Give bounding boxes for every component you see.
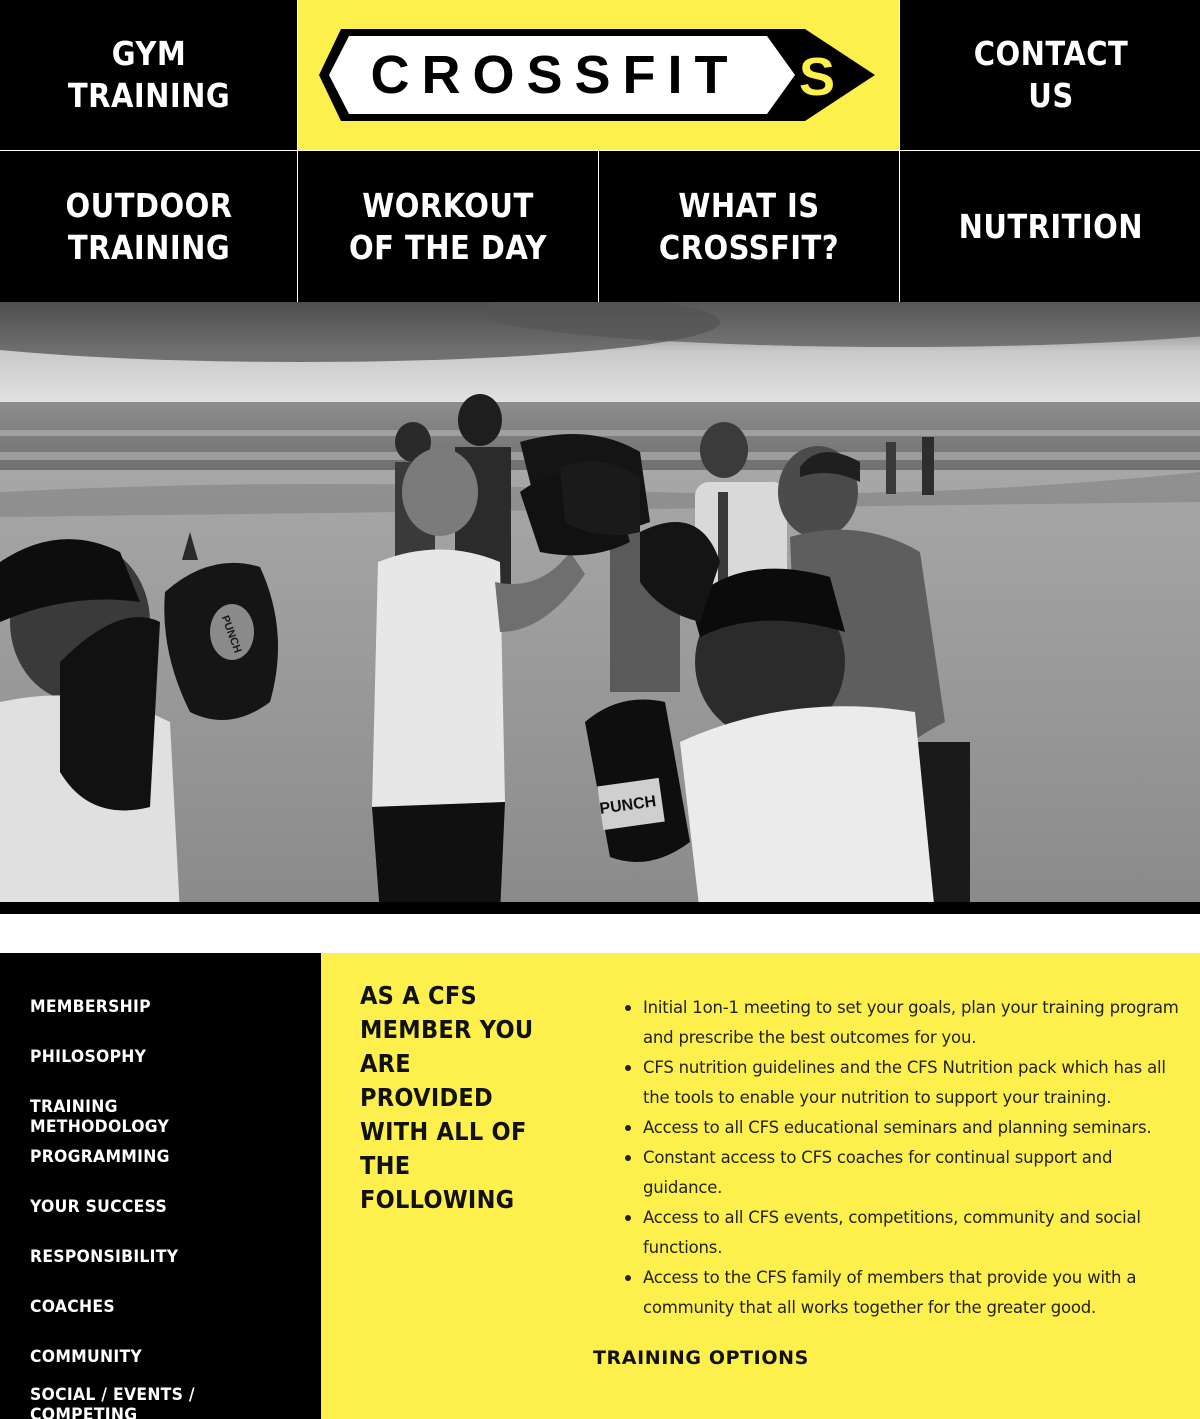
nav-what-is-crossfit-label: WHAT IS CROSSFIT? <box>658 185 840 267</box>
membership-heading: AS A CFS MEMBER YOU ARE PROVIDED WITH AL… <box>360 979 570 1217</box>
sidebar-item-label: COACHES <box>30 1297 115 1317</box>
logo-wordmark: CROSSFIT <box>370 45 739 105</box>
sidebar-item-label: PROGRAMMING <box>30 1147 170 1167</box>
sidebar-list: MEMBERSHIP PHILOSOPHY TRAINING METHODOLO… <box>0 953 321 1419</box>
nav-outdoor-training-label: OUTDOOR TRAINING <box>64 185 233 267</box>
sidebar-item-label: YOUR SUCCESS <box>30 1197 167 1217</box>
nav-outdoor-training[interactable]: OUTDOOR TRAINING <box>0 151 297 302</box>
crossfit-s-logo: CROSSFIT S <box>318 29 875 121</box>
section-divider-strip <box>0 914 1200 953</box>
nav-contact-us[interactable]: CONTACT US <box>900 0 1200 150</box>
top-nav: GYM TRAINING CROSSFIT S CONTACT US OUTDO… <box>0 0 1200 302</box>
logo-letter: S <box>798 47 834 107</box>
list-item: Initial 1on-1 meeting to set your goals,… <box>622 993 1182 1053</box>
membership-content: AS A CFS MEMBER YOU ARE PROVIDED WITH AL… <box>321 953 1200 1419</box>
sidebar-item-label: MEMBERSHIP <box>30 997 151 1017</box>
sidebar-item-label: SOCIAL / EVENTS / COMPETING <box>30 1385 195 1419</box>
sidebar-item-responsibility[interactable]: RESPONSIBILITY <box>30 1247 270 1297</box>
sidebar-item-programming[interactable]: PROGRAMMING <box>30 1147 270 1197</box>
sidebar-item-label: TRAINING METHODOLOGY <box>30 1097 170 1137</box>
sidebar-item-philosophy[interactable]: PHILOSOPHY <box>30 1047 270 1097</box>
sidebar-nav: MEMBERSHIP PHILOSOPHY TRAINING METHODOLO… <box>0 953 321 1419</box>
sidebar-item-membership[interactable]: MEMBERSHIP <box>30 997 270 1047</box>
sidebar-item-your-success[interactable]: YOUR SUCCESS <box>30 1197 270 1247</box>
list-item: Access to the CFS family of members that… <box>622 1263 1182 1323</box>
nav-gym-training[interactable]: GYM TRAINING <box>0 0 297 150</box>
list-item: CFS nutrition guidelines and the CFS Nut… <box>622 1053 1182 1113</box>
logo-link[interactable]: CROSSFIT S <box>298 0 899 150</box>
sidebar-item-label: RESPONSIBILITY <box>30 1247 179 1267</box>
beach-boxing-illustration: PUNCH PUNCH <box>0 302 1200 914</box>
sidebar-item-label: PHILOSOPHY <box>30 1047 147 1067</box>
sidebar-item-label: COMMUNITY <box>30 1347 142 1367</box>
sidebar-item-social-events-competing[interactable]: SOCIAL / EVENTS / COMPETING <box>30 1385 220 1419</box>
list-item: Access to all CFS educational seminars a… <box>622 1113 1182 1143</box>
hero-bottom-bar <box>0 902 1200 914</box>
hero-photo: PUNCH PUNCH <box>0 302 1200 914</box>
nav-what-is-crossfit[interactable]: WHAT IS CROSSFIT? <box>599 151 899 302</box>
sidebar-item-coaches[interactable]: COACHES <box>30 1297 270 1347</box>
nav-nutrition[interactable]: NUTRITION <box>900 151 1200 302</box>
benefits-list: Initial 1on-1 meeting to set your goals,… <box>622 993 1182 1323</box>
sidebar-item-training-methodology[interactable]: TRAINING METHODOLOGY <box>30 1097 270 1147</box>
membership-heading-text: AS A CFS MEMBER YOU ARE PROVIDED WITH AL… <box>360 981 534 1214</box>
training-options-link[interactable]: TRAINING OPTIONS <box>593 1347 809 1369</box>
nav-contact-us-label: CONTACT US <box>973 34 1128 115</box>
nav-gym-training-label: GYM TRAINING <box>67 34 230 115</box>
nav-nutrition-label: NUTRITION <box>958 206 1143 246</box>
nav-workout-of-the-day[interactable]: WORKOUT OF THE DAY <box>298 151 598 302</box>
nav-workout-of-the-day-label: WORKOUT OF THE DAY <box>349 185 547 267</box>
list-item: Constant access to CFS coaches for conti… <box>622 1143 1182 1203</box>
list-item: Access to all CFS events, competitions, … <box>622 1203 1182 1263</box>
